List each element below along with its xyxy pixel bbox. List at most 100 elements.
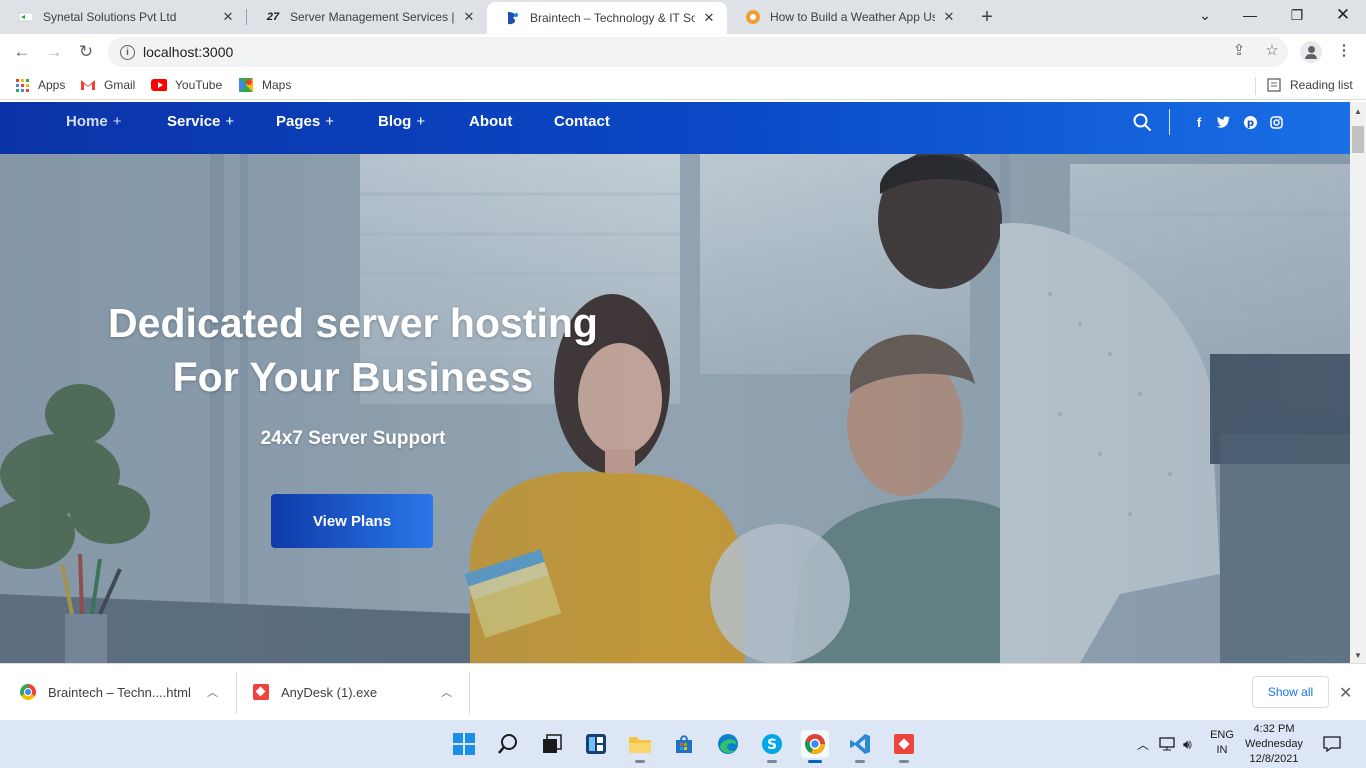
chevron-up-icon[interactable]: ︿: [441, 684, 452, 700]
nav-home[interactable]: Home +: [66, 113, 121, 130]
view-plans-button[interactable]: View Plans: [271, 494, 433, 548]
vscode-icon[interactable]: [846, 730, 874, 763]
hero-subheading: 24x7 Server Support: [260, 428, 446, 449]
file-explorer-icon[interactable]: [626, 730, 654, 763]
show-all-button[interactable]: Show all: [1252, 676, 1329, 708]
widgets-icon[interactable]: [582, 730, 610, 758]
bookmark-apps[interactable]: Apps: [14, 76, 65, 94]
microsoft-store-icon[interactable]: [670, 730, 698, 758]
scroll-down-arrow-icon[interactable]: ▼: [1350, 648, 1366, 662]
hero-office-photo: [0, 154, 1350, 663]
url-text[interactable]: localhost:3000: [143, 44, 233, 60]
anydesk-icon: [253, 684, 269, 700]
nav-blog[interactable]: Blog +: [378, 113, 425, 130]
close-icon[interactable]: ✕: [701, 10, 717, 26]
language-indicator[interactable]: ENG IN: [1207, 728, 1237, 758]
reading-list-icon: [1266, 77, 1282, 93]
bookmark-youtube[interactable]: YouTube: [151, 76, 222, 94]
youtube-icon: [151, 77, 167, 93]
bookmark-star-icon[interactable]: ☆: [1261, 39, 1283, 61]
gmail-icon: [80, 77, 96, 93]
download-shelf: Braintech – Techn....html ︿ AnyDesk (1).…: [0, 663, 1366, 720]
tab-server-management[interactable]: 27 Server Management Services | Se ✕: [247, 0, 487, 34]
svg-text:p: p: [1246, 118, 1253, 129]
reading-list-button[interactable]: Reading list: [1266, 76, 1353, 94]
skype-icon[interactable]: S: [758, 730, 786, 763]
download-separator: [236, 672, 237, 714]
restore-button[interactable]: ❐: [1284, 4, 1310, 26]
expand-plus-icon: +: [225, 113, 235, 130]
download-item-braintech[interactable]: Braintech – Techn....html: [20, 677, 191, 707]
new-tab-button[interactable]: +: [976, 6, 998, 28]
edge-browser-icon[interactable]: [714, 730, 742, 758]
running-indicator: [767, 760, 777, 763]
site-info-icon[interactable]: i: [120, 44, 135, 60]
download-separator: [469, 672, 470, 714]
nav-contact[interactable]: Contact: [554, 113, 610, 130]
anydesk-taskbar-icon[interactable]: [890, 730, 918, 763]
close-icon[interactable]: ✕: [220, 9, 236, 25]
expand-plus-icon: +: [325, 113, 334, 130]
instagram-icon[interactable]: [1268, 114, 1284, 130]
tab-weather-app[interactable]: How to Build a Weather App Usin ✕: [727, 0, 967, 34]
tab-synetal[interactable]: Synetal Solutions Pvt Ltd ✕: [0, 0, 246, 34]
expand-plus-icon: +: [112, 113, 122, 130]
show-hidden-icons-chevron-icon[interactable]: ︿: [1137, 720, 1149, 768]
synetal-favicon-icon: [18, 9, 34, 25]
bookmark-gmail[interactable]: Gmail: [80, 76, 135, 94]
hero-banner: Dedicated server hosting For Your Busine…: [0, 154, 1350, 663]
tab-braintech[interactable]: Braintech – Technology & IT Solu ✕: [487, 2, 727, 34]
network-icon[interactable]: [1159, 720, 1175, 768]
task-view-icon[interactable]: [538, 730, 566, 758]
close-icon[interactable]: ✕: [1339, 683, 1352, 703]
facebook-icon[interactable]: f: [1191, 114, 1207, 130]
maps-icon: [238, 77, 254, 93]
search-icon[interactable]: [494, 730, 522, 758]
volume-icon[interactable]: 🔊︎: [1183, 720, 1192, 768]
taskbar-clock[interactable]: 4:32 PM Wednesday 12/8/2021: [1240, 722, 1308, 767]
back-arrow-icon[interactable]: ←: [10, 40, 34, 64]
browser-toolbar: ← → ↻ i localhost:3000 ⇪ ☆ ⋮: [0, 34, 1366, 70]
page-viewport: Home + Service + Pages + Blog + About Contac…: [0, 102, 1350, 663]
windows-taskbar: S ︿ 🔊︎ ENG IN 4:32 PM Wednesday 12/8/202…: [0, 720, 1366, 768]
nav-about[interactable]: About: [469, 113, 512, 130]
page-scrollbar[interactable]: [1350, 102, 1366, 663]
reload-icon[interactable]: ↻: [74, 40, 98, 64]
search-icon[interactable]: [1133, 113, 1151, 131]
nav-service[interactable]: Service +: [167, 113, 234, 130]
twitter-icon[interactable]: [1215, 114, 1231, 130]
running-indicator: [899, 760, 909, 763]
hero-heading: Dedicated server hosting For Your Busine…: [108, 300, 598, 400]
scroll-up-arrow-icon[interactable]: ▲: [1350, 104, 1366, 118]
scrollbar-thumb[interactable]: [1352, 126, 1364, 153]
minimize-button[interactable]: —: [1237, 4, 1263, 26]
bookmark-maps[interactable]: Maps: [238, 76, 291, 94]
apps-grid-icon: [14, 77, 30, 93]
close-window-button[interactable]: ✕: [1330, 4, 1356, 26]
forward-arrow-icon[interactable]: →: [42, 40, 66, 64]
address-bar[interactable]: i localhost:3000: [108, 37, 1288, 67]
tab-search-icon[interactable]: ⌄: [1192, 4, 1218, 26]
browser-tab-strip: Synetal Solutions Pvt Ltd ✕ 27 Server Ma…: [0, 0, 1366, 34]
nav-pages[interactable]: Pages +: [276, 113, 334, 130]
bookmark-separator: [1255, 77, 1256, 95]
share-icon[interactable]: ⇪: [1228, 39, 1250, 61]
more-menu-icon[interactable]: ⋮: [1333, 39, 1355, 61]
running-indicator: [635, 760, 645, 763]
pinterest-icon[interactable]: p: [1242, 114, 1258, 130]
weather-app-favicon-icon: [745, 9, 761, 25]
close-icon[interactable]: ✕: [461, 9, 477, 25]
notifications-icon[interactable]: [1323, 720, 1341, 768]
profile-avatar[interactable]: [1300, 41, 1322, 63]
start-windows-icon[interactable]: [450, 730, 478, 758]
27-logo-favicon-icon: 27: [266, 11, 280, 23]
close-icon[interactable]: ✕: [941, 9, 957, 25]
braintech-favicon-icon: [505, 10, 521, 26]
running-indicator: [855, 760, 865, 763]
expand-plus-icon: +: [416, 113, 426, 130]
download-item-anydesk[interactable]: AnyDesk (1).exe: [253, 677, 377, 707]
svg-text:S: S: [767, 737, 777, 753]
chrome-taskbar-icon[interactable]: [801, 730, 829, 763]
chrome-icon: [20, 684, 36, 700]
chevron-up-icon[interactable]: ︿: [207, 684, 218, 700]
